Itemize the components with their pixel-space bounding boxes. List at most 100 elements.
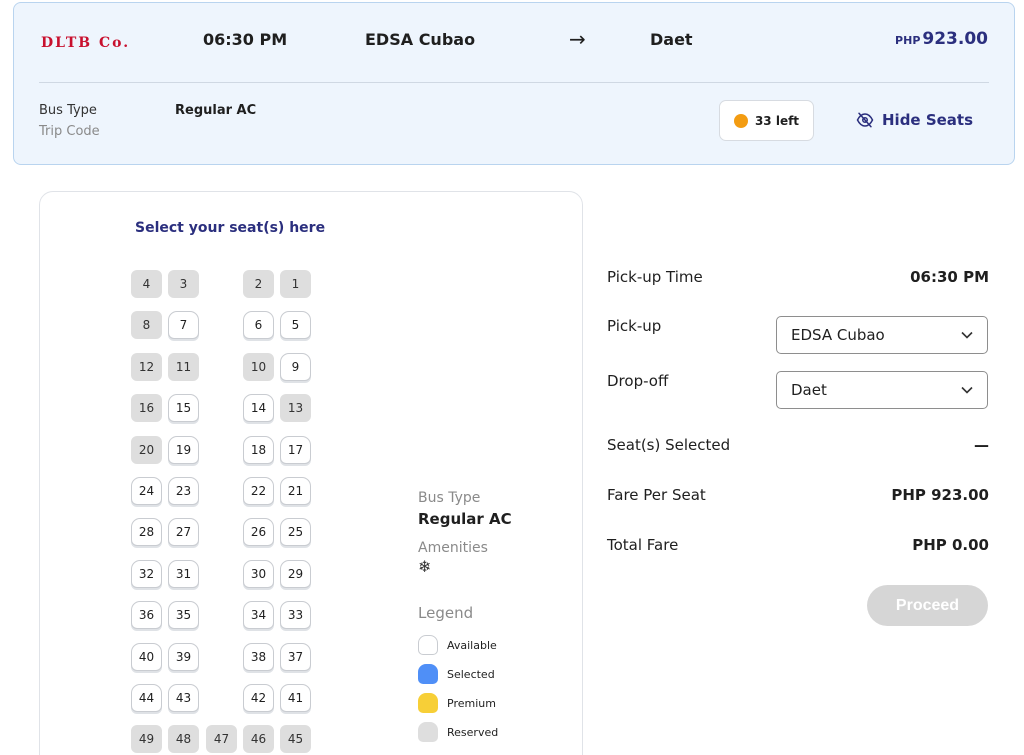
legend-available: Available [418,635,497,655]
price-amount: 923.00 [922,29,988,49]
legend-available-label: Available [447,638,497,652]
legend-swatch-reserved [418,722,438,742]
operator-logo: DLTB Co. [41,35,131,51]
seat-44[interactable]: 44 [131,684,162,712]
departure-time: 06:30 PM [203,30,288,49]
seat-27[interactable]: 27 [168,518,199,546]
legend-premium: Premium [418,693,496,713]
origin: EDSA Cubao [365,30,476,49]
pickup-time-value: 06:30 PM [910,268,989,286]
seat-17[interactable]: 17 [280,436,311,464]
seat-3: 3 [168,270,199,298]
amenities-label: Amenities [418,540,488,556]
seat-9[interactable]: 9 [280,353,311,381]
seat-16: 16 [131,394,162,422]
seat-5[interactable]: 5 [280,311,311,339]
seat-34[interactable]: 34 [243,601,274,629]
seat-31[interactable]: 31 [168,560,199,588]
total-fare-label: Total Fare [607,536,679,554]
seats-left-badge: 33 left [719,100,814,141]
legend-reserved: Reserved [418,722,498,742]
proceed-button[interactable]: Proceed [867,585,988,626]
hide-seats-label: Hide Seats [882,111,974,129]
bus-type-label: Bus Type [39,103,97,118]
seat-13: 13 [280,394,311,422]
bus-info-type-label: Bus Type [418,490,481,506]
seat-45: 45 [280,725,311,753]
legend-selected-label: Selected [447,667,495,681]
seats-selected-label: Seat(s) Selected [607,436,731,454]
seat-26[interactable]: 26 [243,518,274,546]
dropoff-label: Drop-off [607,372,669,390]
seat-33[interactable]: 33 [280,601,311,629]
legend-premium-label: Premium [447,696,496,710]
fare-per-seat-value: PHP 923.00 [891,486,989,504]
bus-type-value: Regular AC [175,103,257,118]
seat-36[interactable]: 36 [131,601,162,629]
legend-selected: Selected [418,664,495,684]
seat-38[interactable]: 38 [243,643,274,671]
seat-25[interactable]: 25 [280,518,311,546]
trip-header: DLTB Co. 06:30 PM EDSA Cubao → Daet PHP 9… [13,2,1015,165]
seat-19[interactable]: 19 [168,436,199,464]
fare-per-seat-label: Fare Per Seat [607,486,706,504]
seat-11: 11 [168,353,199,381]
seat-23[interactable]: 23 [168,477,199,505]
seat-47: 47 [206,725,237,753]
seat-14[interactable]: 14 [243,394,274,422]
seat-46: 46 [243,725,274,753]
seat-12: 12 [131,353,162,381]
legend-swatch-premium [418,693,438,713]
seat-41[interactable]: 41 [280,684,311,712]
bus-info-type-value: Regular AC [418,510,512,528]
dropoff-select[interactable]: Daet [776,371,988,409]
seat-28[interactable]: 28 [131,518,162,546]
legend-label: Legend [418,604,474,622]
header-divider [39,82,989,83]
seat-39[interactable]: 39 [168,643,199,671]
seat-42[interactable]: 42 [243,684,274,712]
seat-18[interactable]: 18 [243,436,274,464]
seat-35[interactable]: 35 [168,601,199,629]
seat-1: 1 [280,270,311,298]
snowflake-icon: ❄ [418,557,432,576]
seat-48: 48 [168,725,199,753]
price-currency: PHP [895,34,921,47]
seat-7[interactable]: 7 [168,311,199,339]
seat-10: 10 [243,353,274,381]
seat-6[interactable]: 6 [243,311,274,339]
seat-49: 49 [131,725,162,753]
seat-15[interactable]: 15 [168,394,199,422]
seat-map-title: Select your seat(s) here [135,220,326,236]
chevron-down-icon [961,331,973,339]
seat-4: 4 [131,270,162,298]
pickup-select[interactable]: EDSA Cubao [776,316,988,354]
seats-selected-value: — [974,436,989,454]
seat-2: 2 [243,270,274,298]
destination: Daet [650,30,693,49]
trip-price: PHP 923.00 [895,29,988,49]
pickup-time-label: Pick-up Time [607,268,703,286]
legend-reserved-label: Reserved [447,725,499,739]
seat-map-card: Select your seat(s) here 4 3 2 1 8 7 6 5 12 11 10 9… [39,191,583,755]
total-fare-value: PHP 0.00 [912,536,989,554]
seat-29[interactable]: 29 [280,560,311,588]
arrow-right-icon: → [569,27,586,51]
seats-left-text: 33 left [754,113,800,128]
seat-24[interactable]: 24 [131,477,162,505]
pickup-label: Pick-up [607,317,662,335]
legend-swatch-available [418,635,438,655]
seat-37[interactable]: 37 [280,643,311,671]
seat-40[interactable]: 40 [131,643,162,671]
hide-seats-button[interactable]: Hide Seats [856,111,973,129]
seat-30[interactable]: 30 [243,560,274,588]
seat-8: 8 [131,311,162,339]
seat-22[interactable]: 22 [243,477,274,505]
dropoff-select-value: Daet [791,381,827,399]
seat-32[interactable]: 32 [131,560,162,588]
legend-swatch-selected [418,664,438,684]
pickup-select-value: EDSA Cubao [791,326,885,344]
seat-43[interactable]: 43 [168,684,199,712]
trip-code-label: Trip Code [39,124,100,139]
seat-21[interactable]: 21 [280,477,311,505]
